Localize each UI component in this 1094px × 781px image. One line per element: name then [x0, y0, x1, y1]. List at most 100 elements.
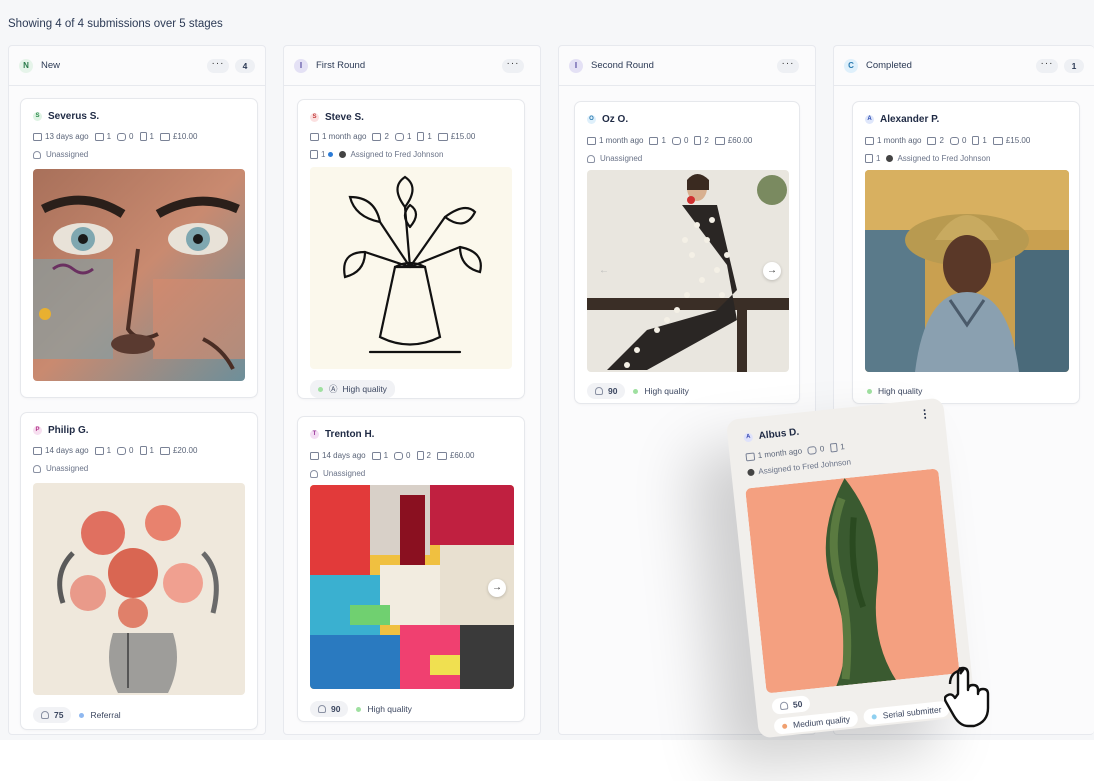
column-header: C Completed ··· 1 — [834, 46, 1094, 86]
avatar: S — [33, 112, 42, 121]
mail-count: 1 — [106, 446, 112, 455]
artwork-man-in-hat[interactable] — [865, 170, 1069, 372]
fee-amount: £60.00 — [727, 136, 753, 145]
submission-card-trenton[interactable]: T Trenton H. 14 days ago 1 0 2 £60.00 Una… — [297, 416, 525, 722]
assignee-label: Unassigned — [46, 464, 89, 473]
artwork-seated-woman[interactable]: ← → — [587, 170, 789, 372]
submission-card-philip[interactable]: P Philip G. 14 days ago 1 0 1 £20.00 Unas… — [20, 412, 258, 730]
tag-referral[interactable]: Referral — [77, 707, 128, 723]
person-icon — [33, 464, 41, 473]
submitted-age: 14 days ago — [45, 446, 89, 455]
file-count: 2 — [704, 136, 709, 145]
card-meta: 1 month ago 0 1 — [745, 442, 845, 461]
artwork-cypress-tree[interactable] — [745, 468, 960, 694]
file-count: 2 — [426, 451, 431, 460]
assignee-label: Assigned to Fred Johnson — [897, 154, 991, 163]
mail-icon — [927, 136, 937, 145]
tag-dot — [79, 712, 85, 718]
artwork-flower-bouquet[interactable] — [33, 483, 245, 695]
tag-dot — [871, 713, 878, 720]
artwork-face-mural[interactable] — [33, 169, 245, 381]
submitted-age: 1 month ago — [877, 136, 922, 145]
wallet-icon — [436, 451, 447, 460]
card-meta: 1 month ago 2 1 1 £15.00 — [310, 132, 475, 141]
card-meta: 1 month ago 1 0 2 £60.00 — [587, 136, 752, 145]
next-image-button[interactable]: → — [488, 579, 506, 597]
card-footer: High quality — [865, 383, 930, 399]
wallet-icon — [714, 136, 725, 145]
avatar: P — [33, 426, 42, 435]
task-count: 1 — [321, 150, 326, 159]
submission-card-alexander[interactable]: A Alexander P. 1 month ago 2 0 1 £15.00 1… — [852, 101, 1080, 404]
mail-count: 1 — [383, 451, 389, 460]
submitter-name: Alexander P. — [880, 114, 940, 125]
column-title: First Round — [316, 60, 366, 71]
card-footer: 90 High quality — [310, 701, 420, 717]
tag-label: Medium quality — [792, 713, 851, 730]
card-footer: 50 — [771, 694, 817, 715]
submitted-age: 14 days ago — [322, 451, 366, 460]
next-image-button[interactable]: → — [763, 262, 781, 280]
submission-card-oz[interactable]: O Oz O. 1 month ago 1 0 2 £60.00 Unassign… — [574, 101, 800, 404]
submission-card-severus[interactable]: S Severus S. 13 days ago 1 0 1 £10.00 Una… — [20, 98, 258, 398]
column-badge: N — [19, 58, 33, 73]
mail-icon — [372, 132, 382, 141]
column-title: Completed — [866, 60, 912, 71]
card-footer: Ⓐ High quality — [310, 380, 395, 398]
person-icon — [779, 701, 789, 711]
person-icon — [310, 469, 318, 478]
submitted-age: 1 month ago — [322, 132, 367, 141]
page-bottom — [0, 740, 1094, 781]
column-menu-button[interactable]: ··· — [1036, 58, 1058, 73]
tag-label: High quality — [878, 386, 923, 396]
file-icon — [139, 446, 147, 455]
comment-count: 0 — [129, 132, 134, 141]
submission-card-steve[interactable]: S Steve S. 1 month ago 2 1 1 £15.00 1 Assi… — [297, 99, 525, 399]
column-menu-button[interactable]: ··· — [777, 58, 799, 73]
file-count: 1 — [149, 446, 154, 455]
card-menu-button[interactable]: ⋮ — [919, 407, 931, 421]
dragged-card-albus[interactable]: A Albus D. ⋮ 1 month ago 0 1 Assigned to … — [725, 397, 977, 739]
assignee: Unassigned — [33, 150, 88, 159]
tag-high-quality[interactable]: Ⓐ High quality — [310, 380, 395, 398]
column-header: N New ··· 4 — [9, 46, 265, 86]
column-badge: C — [844, 58, 858, 73]
person-icon — [33, 150, 41, 159]
assignee: Unassigned — [310, 469, 365, 478]
artwork-abstract-paint[interactable]: → — [310, 485, 514, 689]
tag-high-quality[interactable]: High quality — [865, 383, 930, 399]
column-menu-button[interactable]: ··· — [207, 58, 229, 73]
grab-cursor-icon — [943, 664, 994, 733]
mail-count: 2 — [384, 132, 389, 141]
submitted-age: 1 month ago — [757, 446, 803, 461]
assignee-avatar — [747, 468, 755, 477]
avatar: A — [743, 432, 754, 443]
avatar: S — [310, 113, 319, 122]
wallet-icon — [437, 132, 448, 141]
column-count: 4 — [235, 58, 255, 73]
wallet-icon — [159, 446, 170, 455]
file-count: 1 — [839, 442, 846, 452]
fee-amount: £20.00 — [172, 446, 198, 455]
artwork-vase-sketch[interactable] — [310, 167, 512, 369]
card-footer: 75 Referral — [33, 707, 129, 723]
assignee-label: Assigned to Fred Johnson — [350, 150, 444, 159]
tag-dot — [781, 723, 788, 729]
previous-image-button[interactable]: ← — [595, 262, 613, 280]
person-icon: Ⓐ — [329, 384, 338, 394]
mail-icon — [94, 446, 104, 455]
column-menu-button[interactable]: ··· — [502, 58, 524, 73]
avatar: O — [587, 115, 596, 124]
mail-icon — [649, 136, 659, 145]
assignee: 1 Assigned to Fred Johnson — [310, 150, 443, 159]
assignee-label: Unassigned — [323, 469, 366, 478]
kanban-board: Showing 4 of 4 submissions over 5 stages… — [0, 0, 1094, 781]
comment-icon — [807, 445, 818, 455]
comment-count: 0 — [129, 446, 134, 455]
tag-high-quality[interactable]: High quality — [354, 701, 419, 717]
card-title: T Trenton H. — [310, 429, 374, 440]
file-icon — [829, 442, 838, 453]
tag-high-quality[interactable]: High quality — [631, 383, 696, 399]
fee-amount: £15.00 — [450, 132, 476, 141]
person-icon — [595, 387, 603, 395]
